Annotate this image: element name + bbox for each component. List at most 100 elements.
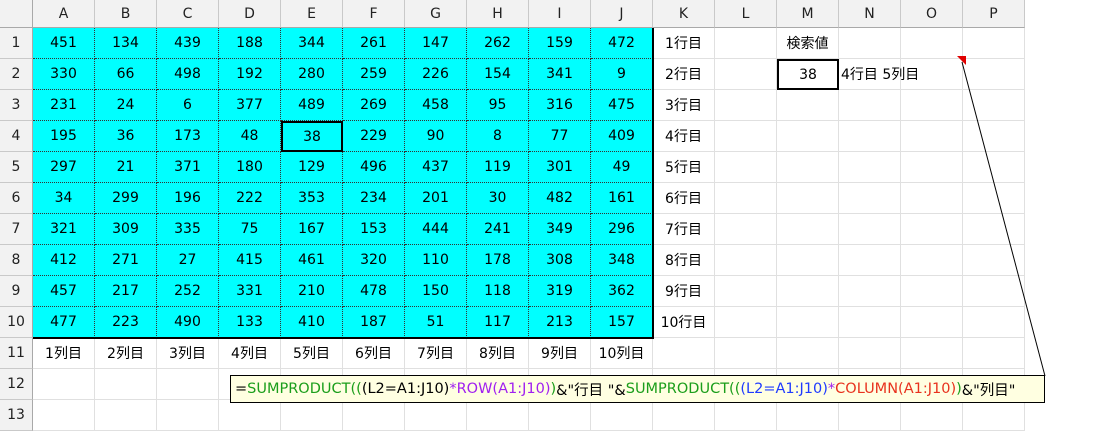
cell-C6[interactable]: 196 [157,183,219,214]
cell-H1[interactable]: 262 [467,28,529,59]
cell-C1[interactable]: 439 [157,28,219,59]
cell-D13[interactable] [219,400,281,431]
cell-N13[interactable] [839,400,901,431]
column-label-cell-F11[interactable]: 6列目 [343,338,405,369]
row-header-11[interactable]: 11 [0,338,33,369]
cell-L6[interactable] [715,183,777,214]
cell-B5[interactable]: 21 [95,152,157,183]
column-label-cell-A11[interactable]: 1列目 [33,338,95,369]
row-label-cell-K6[interactable]: 6行目 [653,183,715,214]
cell-P9[interactable] [963,276,1025,307]
column-header-P[interactable]: P [963,0,1025,28]
select-all-corner[interactable] [0,0,33,28]
cell-H10[interactable]: 117 [467,307,529,338]
cell-O1[interactable] [901,28,963,59]
cell-F9[interactable]: 478 [343,276,405,307]
column-header-N[interactable]: N [839,0,901,28]
cell-K13[interactable] [653,400,715,431]
cell-O11[interactable] [901,338,963,369]
row-header-7[interactable]: 7 [0,214,33,245]
cell-L11[interactable] [715,338,777,369]
cell-M11[interactable] [777,338,839,369]
cell-O13[interactable] [901,400,963,431]
search-label-cell[interactable]: 検索値 [777,28,839,59]
cell-O4[interactable] [901,121,963,152]
cell-O5[interactable] [901,152,963,183]
cell-O10[interactable] [901,307,963,338]
cell-F7[interactable]: 153 [343,214,405,245]
cell-A8[interactable]: 412 [33,245,95,276]
column-label-cell-J11[interactable]: 10列目 [591,338,653,369]
cell-G8[interactable]: 110 [405,245,467,276]
cell-L8[interactable] [715,245,777,276]
cell-G1[interactable]: 147 [405,28,467,59]
search-result-cell[interactable]: 4行目 5列目 [839,59,919,90]
cell-P1[interactable] [963,28,1025,59]
cell-C8[interactable]: 27 [157,245,219,276]
cell-F5[interactable]: 496 [343,152,405,183]
cell-A9[interactable]: 457 [33,276,95,307]
row-label-cell-K3[interactable]: 3行目 [653,90,715,121]
cell-A7[interactable]: 321 [33,214,95,245]
column-header-C[interactable]: C [157,0,219,28]
cell-H2[interactable]: 154 [467,59,529,90]
cell-N5[interactable] [839,152,901,183]
cell-E2[interactable]: 280 [281,59,343,90]
column-header-E[interactable]: E [281,0,343,28]
cell-B2[interactable]: 66 [95,59,157,90]
cell-A6[interactable]: 34 [33,183,95,214]
cell-L1[interactable] [715,28,777,59]
cell-F13[interactable] [343,400,405,431]
cell-J4[interactable]: 409 [591,121,653,152]
cell-B6[interactable]: 299 [95,183,157,214]
row-label-cell-K7[interactable]: 7行目 [653,214,715,245]
cell-D5[interactable]: 180 [219,152,281,183]
row-header-1[interactable]: 1 [0,28,33,59]
row-header-3[interactable]: 3 [0,90,33,121]
cell-M4[interactable] [777,121,839,152]
cell-O3[interactable] [901,90,963,121]
row-header-6[interactable]: 6 [0,183,33,214]
column-header-H[interactable]: H [467,0,529,28]
cell-H6[interactable]: 30 [467,183,529,214]
cell-G3[interactable]: 458 [405,90,467,121]
cell-F2[interactable]: 259 [343,59,405,90]
cell-F10[interactable]: 187 [343,307,405,338]
cell-A5[interactable]: 297 [33,152,95,183]
cell-O2[interactable] [901,59,963,90]
cell-E10[interactable]: 410 [281,307,343,338]
cell-N3[interactable] [839,90,901,121]
cell-C2[interactable]: 498 [157,59,219,90]
row-label-cell-K9[interactable]: 9行目 [653,276,715,307]
cell-E1[interactable]: 344 [281,28,343,59]
column-header-I[interactable]: I [529,0,591,28]
cell-P7[interactable] [963,214,1025,245]
cell-J1[interactable]: 472 [591,28,653,59]
cell-O9[interactable] [901,276,963,307]
cell-D6[interactable]: 222 [219,183,281,214]
cell-H8[interactable]: 178 [467,245,529,276]
cell-D2[interactable]: 192 [219,59,281,90]
column-label-cell-B11[interactable]: 2列目 [95,338,157,369]
cell-I3[interactable]: 316 [529,90,591,121]
cell-J9[interactable]: 362 [591,276,653,307]
cell-P10[interactable] [963,307,1025,338]
cell-A1[interactable]: 451 [33,28,95,59]
cell-F3[interactable]: 269 [343,90,405,121]
column-header-J[interactable]: J [591,0,653,28]
column-header-G[interactable]: G [405,0,467,28]
cell-H9[interactable]: 118 [467,276,529,307]
cell-A10[interactable]: 477 [33,307,95,338]
column-header-O[interactable]: O [901,0,963,28]
cell-M7[interactable] [777,214,839,245]
cell-L4[interactable] [715,121,777,152]
cell-B7[interactable]: 309 [95,214,157,245]
row-header-9[interactable]: 9 [0,276,33,307]
cell-N4[interactable] [839,121,901,152]
column-label-cell-C11[interactable]: 3列目 [157,338,219,369]
cell-G2[interactable]: 226 [405,59,467,90]
cell-L10[interactable] [715,307,777,338]
column-label-cell-H11[interactable]: 8列目 [467,338,529,369]
cell-E13[interactable] [281,400,343,431]
column-header-F[interactable]: F [343,0,405,28]
